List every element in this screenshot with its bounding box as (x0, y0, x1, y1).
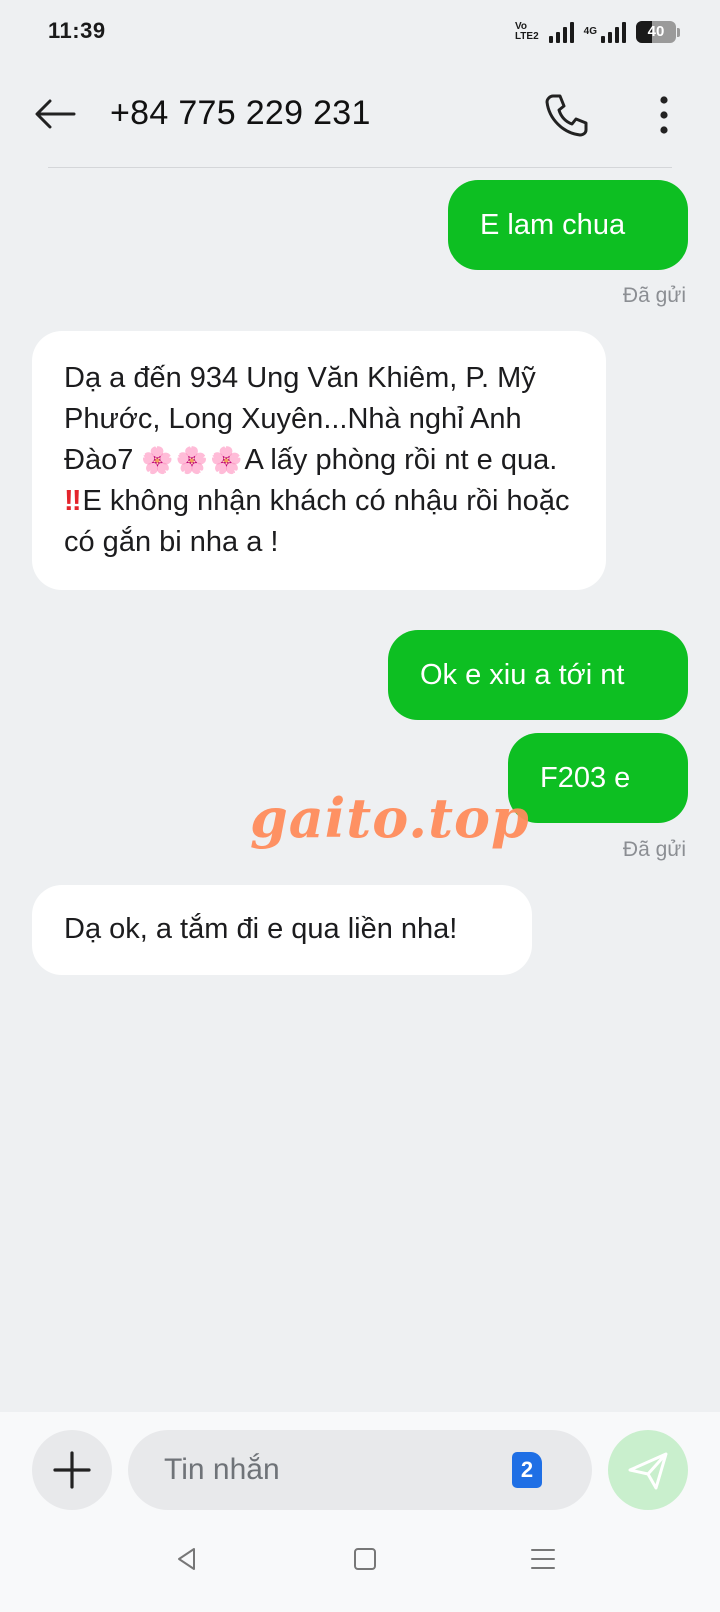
messaging-screen: 11:39 Vo LTE2 4G 40 +84 775 229 231 E la… (0, 0, 720, 1612)
sent-status: Đã gửi (622, 284, 686, 307)
signal-sim2-icon (601, 21, 626, 43)
nav-home-button[interactable] (350, 1544, 380, 1574)
double-exclamation-emoji: ‼ (64, 485, 81, 517)
status-time: 11:39 (48, 18, 106, 43)
sim-select-icon[interactable]: 2 (512, 1452, 542, 1488)
volte-icon: Vo LTE2 (515, 22, 539, 42)
message-sent[interactable]: F203 e (508, 733, 688, 823)
battery-cap (677, 27, 680, 37)
sent-status: Đã gửi (622, 838, 686, 861)
more-vertical-icon (660, 96, 668, 134)
status-bar: 11:39 Vo LTE2 4G 40 (0, 0, 720, 64)
square-home-icon (354, 1548, 376, 1570)
battery-level: 40 (647, 23, 665, 40)
message-sent[interactable]: E lam chua (448, 180, 688, 270)
flower-emoji: 🌸🌸🌸 (141, 445, 245, 475)
arrow-left-icon (35, 99, 76, 129)
contact-title[interactable]: +84 775 229 231 (110, 94, 371, 133)
message-received[interactable]: Dạ ok, a tắm đi e qua liền nha! (32, 885, 532, 975)
header-divider (48, 167, 672, 168)
menu-lines-icon (531, 1549, 555, 1569)
system-nav-bar (0, 1522, 720, 1612)
watermark: gaito.top (250, 786, 530, 850)
battery-icon: 40 (636, 21, 676, 43)
add-attachment-button[interactable] (32, 1430, 112, 1510)
send-icon (628, 1452, 668, 1490)
nav-back-button[interactable] (172, 1544, 202, 1574)
plus-icon (53, 1451, 91, 1489)
send-button[interactable] (608, 1430, 688, 1510)
volte-label-bottom: LTE2 (514, 31, 539, 42)
phone-icon (545, 94, 588, 137)
call-button[interactable] (540, 88, 594, 142)
message-text: E không nhận khách có nhậu rồi hoặc có g… (64, 485, 570, 558)
nav-recents-button[interactable] (528, 1544, 558, 1574)
conversation-header: +84 775 229 231 (0, 64, 720, 168)
triangle-back-icon (178, 1548, 195, 1570)
status-icons: Vo LTE2 4G 40 (515, 18, 680, 46)
message-received[interactable]: Dạ a đến 934 Ung Văn Khiêm, P. Mỹ Phước,… (32, 331, 606, 590)
more-options-button[interactable] (646, 88, 682, 142)
message-sent[interactable]: Ok e xiu a tới nt (388, 630, 688, 720)
message-composer: 2 (0, 1412, 720, 1522)
signal-sim1-icon (548, 21, 574, 43)
message-text: A lấy phòng rồi nt e qua. (244, 444, 558, 476)
network-type-label: 4G (583, 26, 597, 37)
back-button[interactable] (30, 90, 80, 140)
